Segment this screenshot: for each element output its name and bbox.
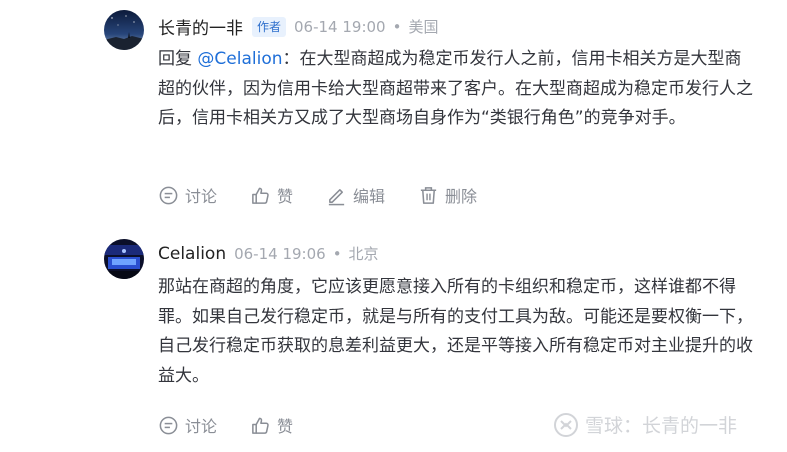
comment-meta: Celalion 06-14 19:06 • 北京 <box>158 243 379 264</box>
snowball-logo-icon <box>554 412 578 437</box>
like-label: 赞 <box>277 187 294 206</box>
delete-icon <box>420 186 437 204</box>
like-button[interactable]: 赞 <box>250 413 293 437</box>
author-name[interactable]: Celalion <box>158 244 226 264</box>
meta-separator: • <box>392 17 402 36</box>
comment-text: 回复 @Celalion：在大型商超成为稳定币发行人之前，信用卡相关方是大型商超… <box>158 45 758 134</box>
reply-colon: ： <box>282 49 300 69</box>
author-badge: 作者 <box>252 16 287 37</box>
comment-icon <box>159 186 178 204</box>
comment-location: 北京 <box>348 245 379 263</box>
comment-actions: 讨论 赞 <box>158 413 326 437</box>
watermark-text: 雪球：长青的一非 <box>585 415 738 437</box>
mention-link[interactable]: @Celalion <box>197 49 282 69</box>
comment-time: 06-14 19:06 <box>234 244 326 263</box>
comment-actions: 讨论 赞 编辑 删除 <box>158 183 510 207</box>
comment-time: 06-14 19:00 <box>294 17 386 36</box>
avatar-image <box>104 239 144 279</box>
avatar[interactable] <box>104 239 144 279</box>
meta-separator: • <box>332 244 342 263</box>
reply-prefix: 回复 <box>158 49 198 69</box>
watermark: 雪球：长青的一非 <box>553 411 737 438</box>
avatar[interactable] <box>104 10 144 50</box>
discuss-button[interactable]: 讨论 <box>158 413 217 437</box>
author-name[interactable]: 长青的一非 <box>158 14 243 39</box>
comment-text: 那站在商超的角度，它应该更愿意接入所有的卡组织和稳定币，这样谁都不得罪。如果自己… <box>158 277 753 386</box>
comment-location: 美国 <box>408 18 439 36</box>
avatar-image <box>104 10 144 50</box>
discuss-label: 讨论 <box>185 417 218 436</box>
like-icon <box>252 417 269 434</box>
comment-icon <box>159 416 178 434</box>
like-icon <box>252 187 269 204</box>
like-label: 赞 <box>277 417 294 436</box>
discuss-button[interactable]: 讨论 <box>158 183 217 207</box>
comment-meta: 长青的一非 作者 06-14 19:00 • 美国 <box>158 14 438 39</box>
edit-button[interactable]: 编辑 <box>326 183 385 207</box>
discuss-label: 讨论 <box>185 187 218 206</box>
like-button[interactable]: 赞 <box>250 183 293 207</box>
delete-label: 删除 <box>445 187 478 206</box>
edit-label: 编辑 <box>353 187 386 206</box>
delete-button[interactable]: 删除 <box>418 183 477 207</box>
edit-icon <box>328 188 345 205</box>
